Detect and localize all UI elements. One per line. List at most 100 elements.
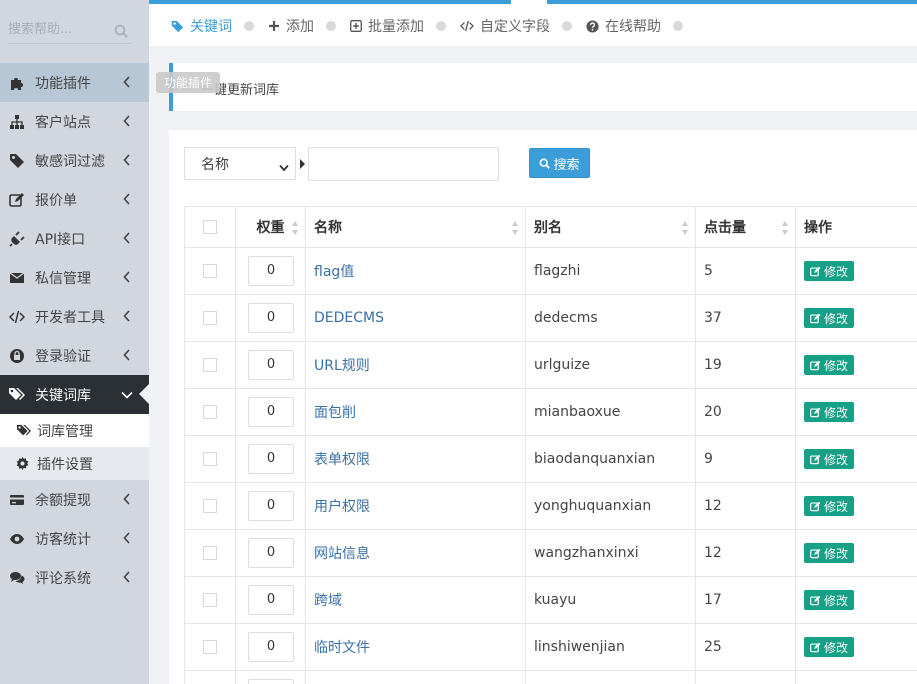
row-checkbox[interactable] (203, 358, 217, 372)
table-row: 0 URL规则 urlguize 19 修改 (184, 341, 917, 389)
sidebar-item-dev-tools[interactable]: 开发者工具 (0, 297, 149, 336)
weight-input[interactable] (248, 679, 294, 684)
edit-button[interactable]: 修改 (804, 496, 855, 516)
edit-button[interactable]: 修改 (804, 261, 855, 281)
edit-button[interactable]: 修改 (804, 402, 855, 422)
sidebar-menu: 功能插件 客户站点 敏感词过滤 报价单 API接口 私信管理 开发者工具 登录验… (0, 63, 150, 597)
weight-input[interactable]: 0 (248, 538, 294, 568)
sidebar-item-visitor-stats[interactable]: 访客统计 (0, 519, 149, 558)
sidebar-item-comments[interactable]: 评论系统 (0, 558, 149, 597)
search-icon[interactable] (114, 24, 128, 42)
sidebar-item-plugins[interactable]: 功能插件 (0, 63, 149, 102)
search-button[interactable]: 搜索 (529, 148, 590, 178)
tabs: 关键词 添加 批量添加 自定义字段 在线帮助 (171, 16, 697, 36)
row-checkbox[interactable] (203, 311, 217, 325)
row-checkbox[interactable] (203, 546, 217, 560)
keyword-name-link[interactable]: 跨域 (314, 593, 342, 609)
row-checkbox[interactable] (203, 593, 217, 607)
keyword-name-link[interactable]: 临时文件 (314, 640, 370, 656)
sidebar-item-login-verify[interactable]: 登录验证 (0, 336, 149, 375)
weight-input[interactable]: 0 (248, 350, 294, 380)
edit-icon (810, 454, 821, 465)
weight-input[interactable]: 0 (248, 397, 294, 427)
weight-input[interactable]: 0 (248, 632, 294, 662)
sidebar-item-label: 客户站点 (35, 114, 91, 131)
edit-icon (810, 595, 821, 606)
sidebar-item-withdrawal[interactable]: 余额提现 (0, 480, 149, 519)
edit-button[interactable]: 修改 (804, 590, 855, 610)
tab-keywords[interactable]: 关键词 (171, 16, 232, 36)
row-select-cell (184, 388, 236, 436)
search-field-select[interactable]: 名称 (184, 147, 296, 180)
edit-button[interactable]: 修改 (804, 355, 855, 375)
row-op-cell: 修改 (795, 247, 917, 295)
tab-batch-add[interactable]: 批量添加 (350, 16, 424, 36)
keyword-name-link[interactable]: 面包削 (314, 405, 356, 421)
header-alias[interactable]: 别名 (525, 206, 696, 248)
sidebar-item-messages[interactable]: 私信管理 (0, 258, 149, 297)
row-select-cell (184, 247, 236, 295)
row-name-cell: DEDECMS (305, 294, 526, 342)
row-alias-cell: yonghuquanxian (525, 482, 696, 530)
row-checkbox[interactable] (203, 452, 217, 466)
chevron-down-icon (279, 160, 289, 176)
row-weight-cell: 0 (235, 623, 306, 671)
tab-online-help[interactable]: 在线帮助 (586, 16, 661, 36)
search-keyword-input[interactable] (308, 147, 499, 181)
row-name-cell: 面包削 (305, 388, 526, 436)
sidebar-item-quotation[interactable]: 报价单 (0, 180, 149, 219)
select-all-checkbox[interactable] (203, 220, 217, 234)
weight-input[interactable]: 0 (248, 585, 294, 615)
keyword-name-link[interactable]: 用户权限 (314, 499, 370, 515)
edit-button[interactable]: 修改 (804, 308, 855, 328)
tab-add[interactable]: 添加 (268, 16, 314, 36)
keyword-clicks: 12 (704, 545, 722, 561)
sidebar-subitem-library-manage[interactable]: 词库管理 (0, 414, 149, 447)
sidebar-item-sensitive-words[interactable]: 敏感词过滤 (0, 141, 149, 180)
keyword-name-link[interactable]: 表单权限 (314, 452, 370, 468)
edit-button[interactable]: 修改 (804, 449, 855, 469)
edit-button-label: 修改 (824, 452, 849, 467)
edit-button-label: 修改 (824, 640, 849, 655)
row-select-cell (184, 529, 236, 577)
row-checkbox[interactable] (203, 405, 217, 419)
row-checkbox[interactable] (203, 640, 217, 654)
row-name-cell: 表单权限 (305, 435, 526, 483)
help-search-input[interactable] (8, 16, 108, 42)
sidebar-item-label: 开发者工具 (35, 309, 105, 326)
keyword-name-link[interactable]: 网站信息 (314, 546, 370, 562)
sidebar-item-label: API接口 (35, 231, 86, 248)
keyword-name-link[interactable]: DEDECMS (314, 310, 384, 326)
edit-icon (810, 266, 821, 277)
search-icon (539, 158, 551, 169)
sidebar-item-keyword-library[interactable]: 关键词库 (0, 375, 150, 414)
sidebar-item-api[interactable]: API接口 (0, 219, 149, 258)
keyword-name-link[interactable]: flag值 (314, 264, 354, 280)
header-name[interactable]: 名称 (305, 206, 526, 248)
row-checkbox[interactable] (203, 499, 217, 513)
keyword-name-link[interactable]: URL规则 (314, 358, 370, 374)
plus-square-icon (350, 20, 362, 32)
header-clicks[interactable]: 点击量 (695, 206, 796, 248)
edit-button[interactable]: 修改 (804, 543, 855, 563)
edit-button[interactable]: 修改 (804, 637, 855, 657)
keyword-alias: urlguize (534, 357, 591, 373)
row-checkbox[interactable] (203, 264, 217, 278)
tab-custom-fields[interactable]: 自定义字段 (460, 16, 550, 36)
keyword-clicks: 20 (704, 404, 722, 420)
weight-input[interactable]: 0 (248, 256, 294, 286)
weight-input[interactable]: 0 (248, 491, 294, 521)
header-label: 权重 (256, 220, 285, 236)
weight-input[interactable]: 0 (248, 303, 294, 333)
header-weight[interactable]: 权重 (235, 206, 306, 248)
weight-input[interactable]: 0 (248, 444, 294, 474)
keyword-alias: kuayu (534, 592, 577, 608)
main-panel: 名称 搜索 权重 名称 别名 点击量 操作 0 flag值 flagzhi 5 … (169, 130, 917, 684)
sidebar-subitem-plugin-settings[interactable]: 插件设置 (0, 447, 149, 480)
sidebar-item-client-sites[interactable]: 客户站点 (0, 102, 149, 141)
header-label: 别名 (534, 220, 562, 236)
row-clicks-cell: 19 (695, 341, 796, 389)
row-op-cell: 修改 (795, 670, 917, 684)
row-clicks-cell: 25 (695, 623, 796, 671)
notice-bar: 一键更新词库 (169, 63, 917, 111)
